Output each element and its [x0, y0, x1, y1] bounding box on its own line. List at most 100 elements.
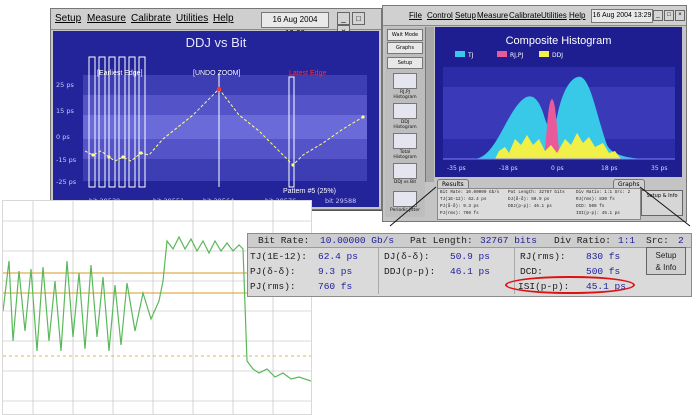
x-tick: bit 29588 — [325, 197, 356, 205]
legend-ddj: DDJ — [552, 52, 563, 59]
results-panel: Bit Rate: 10.00000 Gb/s Pat Length: 3276… — [247, 233, 692, 297]
x-tick: -35 ps — [447, 165, 466, 172]
graph-sidebar: Wait Mode Graphs Setup RJ,PJ Histogram D… — [385, 27, 425, 217]
minimize-icon[interactable]: _ — [653, 10, 663, 21]
mini-result: ISI(p-p): 45.1 ps — [576, 211, 620, 216]
mini-result: DCD: 500 fs — [576, 204, 605, 209]
ddj-vs-bit-window: Setup Measure Calibrate Utilities Help 1… — [50, 8, 382, 210]
pattern-label: Pattern #5 (25%) — [283, 188, 336, 195]
earliest-edge-label[interactable]: [Earliest Edge] — [97, 70, 143, 77]
pat-length-value: 32767 bits — [480, 235, 538, 246]
menu-setup[interactable]: Setup — [55, 13, 81, 24]
spectrum-icon — [393, 191, 417, 207]
date-time-display: 16 Aug 2004 13:20 — [261, 12, 329, 38]
x-tick: 0 ps — [551, 165, 564, 172]
ddj-value: 46.1 ps — [450, 266, 490, 277]
pjrms-value: 760 fs — [318, 281, 353, 292]
legend-swatch-rjpj — [497, 51, 507, 57]
x-tick: 18 ps — [601, 165, 617, 172]
bit-rate-value: 10.00000 Gb/s — [320, 235, 395, 246]
menu-setup[interactable]: Setup — [455, 11, 476, 20]
mini-result: Div Ratio: 1:1 Src: 2 — [576, 190, 631, 195]
wait-mode-label: Wait Mode — [387, 29, 423, 41]
histogram-icon — [393, 133, 417, 149]
div-ratio-value: 1:1 — [618, 235, 636, 246]
menu-utilities[interactable]: Utilities — [176, 13, 208, 24]
histogram-chart: TJ RJ,PJ DDJ -35 ps -18 ps 0 ps 18 ps 35… — [443, 51, 675, 172]
isi-highlight-ellipse — [505, 276, 635, 294]
mini-result: TJ(1E-12): 62.4 ps — [440, 197, 487, 202]
column-divider — [378, 248, 379, 294]
menu-calibrate[interactable]: Calibrate — [509, 11, 541, 20]
maximize-icon[interactable]: □ — [664, 10, 674, 21]
menu-bar: Setup Measure Calibrate Utilities Help 1… — [51, 9, 381, 38]
minimize-icon[interactable]: _ — [337, 12, 350, 25]
ddj-vs-bit-button[interactable]: DDJ vs Bit — [390, 163, 420, 189]
pat-length-label: Pat Length: — [410, 235, 473, 246]
y-tick: -15 ps — [56, 156, 77, 164]
sidebar-scrollbar[interactable] — [425, 27, 434, 182]
undo-zoom-label[interactable]: [UNDO ZOOM] — [193, 70, 240, 77]
menu-measure[interactable]: Measure — [87, 13, 126, 24]
x-tick: -18 ps — [499, 165, 518, 172]
setup-info-button[interactable]: Setup & Info — [646, 247, 686, 275]
periodic-jitter-button[interactable]: Periodic Jitter — [390, 191, 420, 217]
y-tick: 0 ps — [56, 133, 70, 141]
histogram-plot-area[interactable]: Composite Histogram TJ RJ,PJ DDJ -35 ps … — [435, 27, 682, 177]
y-tick: 15 ps — [56, 107, 74, 115]
close-icon[interactable]: × — [675, 10, 685, 21]
graphs-dropdown[interactable]: Graphs — [387, 42, 423, 54]
mini-result: PJ(rms): 760 fs — [440, 211, 479, 216]
x-tick: 35 ps — [651, 165, 667, 172]
histogram-icon — [393, 73, 417, 89]
menu-calibrate[interactable]: Calibrate — [131, 13, 171, 24]
date-time-display: 16 Aug 2004 13:29 — [591, 9, 653, 23]
menu-help[interactable]: Help — [569, 11, 585, 20]
bit-rate-label: Bit Rate: — [258, 235, 310, 246]
mini-result: Pat Length: 32767 bits — [508, 190, 565, 195]
menu-control[interactable]: Control — [427, 11, 453, 20]
composite-histogram-window: File Control Setup Measure Calibrate Uti… — [382, 5, 687, 222]
maximize-icon[interactable]: □ — [352, 12, 365, 25]
legend-swatch-tj — [455, 51, 465, 57]
rj-label: RJ(rms): — [520, 251, 566, 262]
rj-value: 830 fs — [586, 251, 621, 262]
results-panel-small: Bit Rate: 10.00000 Gb/s Pat Length: 3276… — [437, 188, 641, 220]
rjpj-histogram-button[interactable]: RJ,PJ Histogram — [390, 73, 420, 100]
total-histogram-button[interactable]: Total Histogram — [390, 133, 420, 160]
setup-dropdown[interactable]: Setup — [387, 57, 423, 69]
y-tick: -25 ps — [56, 178, 77, 186]
src-value: 2 — [678, 235, 684, 246]
src-label: Src: — [646, 235, 669, 246]
tj-label: TJ(1E-12): — [250, 251, 308, 262]
menu-file[interactable]: File — [409, 11, 422, 20]
menu-bar: File Control Setup Measure Calibrate Uti… — [383, 6, 686, 26]
histogram-icon — [393, 103, 417, 119]
y-tick: 25 ps — [56, 81, 74, 89]
band — [83, 95, 367, 115]
mini-result: DDJ(p-p): 46.1 ps — [508, 204, 552, 209]
setup-info-button-small[interactable]: Setup & Info — [641, 190, 683, 216]
dcd-label: DCD: — [520, 266, 543, 277]
mini-result: RJ(rms): 830 fs — [576, 197, 615, 202]
latest-edge-point — [216, 86, 222, 92]
latest-edge-label[interactable]: Latest Edge — [289, 70, 326, 77]
mini-result: PJ(δ-δ): 9.3 ps — [440, 204, 479, 209]
line-plot-icon — [393, 163, 417, 179]
ddj-histogram-button[interactable]: DDJ Histogram — [390, 103, 420, 130]
ddj-label: DDJ(p-p): — [384, 266, 436, 277]
menu-measure[interactable]: Measure — [477, 11, 508, 20]
menu-utilities[interactable]: Utilities — [541, 11, 567, 20]
mini-result: DJ(δ-δ): 50.9 ps — [508, 197, 550, 202]
mini-result: Bit Rate: 10.00000 Gb/s — [440, 190, 500, 195]
legend-tj: TJ — [467, 52, 474, 59]
menu-help[interactable]: Help — [213, 13, 234, 24]
results-header-row: Bit Rate: 10.00000 Gb/s Pat Length: 3276… — [248, 234, 691, 248]
pj-label: PJ(δ-δ): — [250, 266, 296, 277]
window-controls: _□× — [653, 9, 686, 21]
ddj-plot-area[interactable]: DDJ vs Bit [Earliest Edge] [UNDO ZOOM] L… — [53, 31, 379, 207]
band — [83, 75, 367, 95]
setup-info-line2: & Info — [655, 263, 677, 272]
dcd-value: 500 fs — [586, 266, 621, 277]
legend-rjpj: RJ,PJ — [510, 52, 523, 59]
